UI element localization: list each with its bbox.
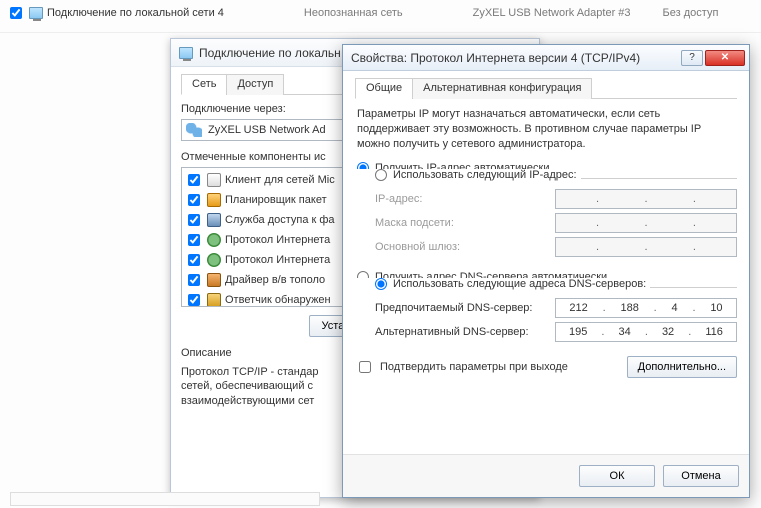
component-label: Протокол Интернета [225, 234, 330, 246]
service-icon [207, 213, 221, 227]
component-checkbox[interactable] [188, 214, 200, 226]
ip-address-field: ... [555, 189, 737, 209]
connection-checkbox[interactable] [10, 7, 22, 19]
scheduler-icon [207, 193, 221, 207]
gateway-field: ... [555, 237, 737, 257]
subnet-mask-field: ... [555, 213, 737, 233]
dns1-oct2: 188 [620, 302, 638, 314]
dns1-oct1: 212 [569, 302, 587, 314]
monitor-icon [179, 47, 193, 59]
help-text: Параметры IP могут назначаться автоматич… [357, 107, 735, 152]
ipv4-properties-window: Свойства: Протокол Интернета версии 4 (T… [342, 44, 750, 498]
gateway-label: Основной шлюз: [375, 241, 545, 253]
component-checkbox[interactable] [188, 234, 200, 246]
component-label: Ответчик обнаружен [225, 294, 331, 306]
confirm-on-exit-checkbox[interactable] [359, 361, 371, 373]
tab-access[interactable]: Доступ [226, 74, 284, 95]
dns1-field[interactable]: 212. 188. 4. 10 [555, 298, 737, 318]
dns2-field[interactable]: 195. 34. 32. 116 [555, 322, 737, 342]
connection-status: Неопознанная сеть [304, 7, 403, 19]
component-label: Планировщик пакет [225, 194, 327, 206]
adapter-name: ZyXEL USB Network Ad [208, 124, 326, 136]
dns1-oct4: 10 [710, 302, 722, 314]
tab-general[interactable]: Общие [355, 78, 413, 99]
dns2-label: Альтернативный DNS-сервер: [375, 326, 545, 338]
component-checkbox[interactable] [188, 194, 200, 206]
ipv4-title: Свойства: Протокол Интернета версии 4 (T… [351, 51, 640, 65]
radio-dns-manual[interactable] [375, 278, 387, 290]
component-label: Драйвер в/в тополо [225, 274, 325, 286]
advanced-button[interactable]: Дополнительно... [627, 356, 737, 378]
connection-access: Без доступ [663, 7, 719, 19]
client-icon [207, 173, 221, 187]
ip-address-label: IP-адрес: [375, 193, 545, 205]
connection-name: Подключение по локальной сети 4 [47, 7, 224, 19]
dns1-label: Предпочитаемый DNS-сервер: [375, 302, 545, 314]
connections-header: Подключение по локальной сети 4 Неопозна… [0, 0, 761, 33]
confirm-on-exit-label: Подтвердить параметры при выходе [380, 361, 568, 373]
component-label: Служба доступа к фа [225, 214, 335, 226]
protocol-icon [207, 233, 221, 247]
component-label: Клиент для сетей Mic [225, 174, 335, 186]
component-checkbox[interactable] [188, 294, 200, 306]
subnet-mask-label: Маска подсети: [375, 217, 545, 229]
radio-dns-manual-label: Использовать следующие адреса DNS-сервер… [393, 278, 646, 290]
component-checkbox[interactable] [188, 254, 200, 266]
ipv4-tabs: Общие Альтернативная конфигурация [355, 77, 737, 99]
dns1-oct3: 4 [672, 302, 678, 314]
close-button[interactable]: ✕ [705, 50, 745, 66]
radio-ip-manual-label: Использовать следующий IP-адрес: [393, 169, 577, 181]
dns2-oct1: 195 [569, 326, 587, 338]
network-adapter-icon [186, 123, 202, 137]
connection-adapter: ZyXEL USB Network Adapter #3 [473, 7, 631, 19]
lan-properties-title: Подключение по локальн [199, 46, 341, 60]
ipv4-titlebar[interactable]: Свойства: Протокол Интернета версии 4 (T… [343, 45, 749, 71]
help-button[interactable]: ? [681, 50, 703, 66]
component-checkbox[interactable] [188, 174, 200, 186]
footer-strip [10, 492, 320, 506]
ok-button[interactable]: ОК [579, 465, 655, 487]
driver-icon [207, 273, 221, 287]
tab-alt-config[interactable]: Альтернативная конфигурация [412, 78, 592, 99]
component-label: Протокол Интернета [225, 254, 330, 266]
tab-network[interactable]: Сеть [181, 74, 227, 95]
radio-ip-manual[interactable] [375, 169, 387, 181]
dns2-oct4: 116 [705, 326, 723, 338]
protocol-icon [207, 253, 221, 267]
dns2-oct3: 32 [662, 326, 674, 338]
cancel-button[interactable]: Отмена [663, 465, 739, 487]
monitor-icon [29, 7, 43, 19]
dns2-oct2: 34 [619, 326, 631, 338]
component-checkbox[interactable] [188, 274, 200, 286]
connection-item[interactable]: Подключение по локальной сети 4 [6, 4, 224, 22]
responder-icon [207, 293, 221, 307]
